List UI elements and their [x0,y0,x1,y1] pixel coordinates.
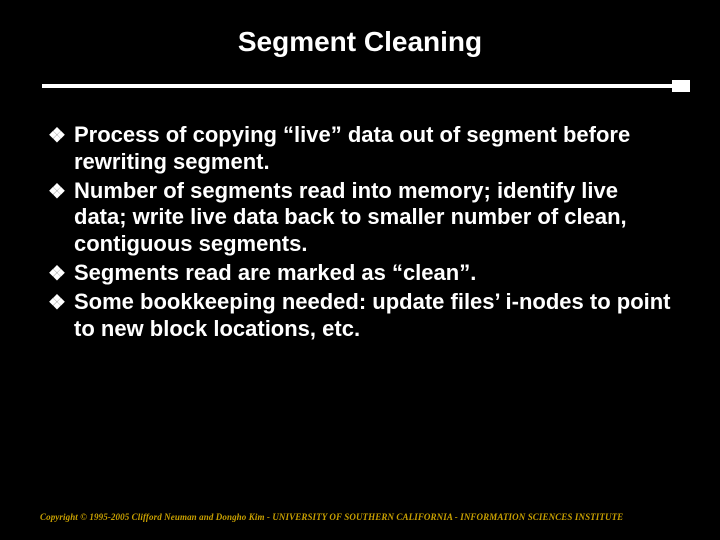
diamond-bullet-icon: ❖ [48,260,74,287]
diamond-bullet-icon: ❖ [48,122,74,149]
bullet-text: Number of segments read into memory; ide… [74,178,672,258]
list-item: ❖ Segments read are marked as “clean”. [48,260,672,287]
bullet-text: Segments read are marked as “clean”. [74,260,672,287]
list-item: ❖ Process of copying “live” data out of … [48,122,672,176]
diamond-bullet-icon: ❖ [48,178,74,205]
divider-endcap [672,80,690,92]
copyright-footer: Copyright © 1995-2005 Clifford Neuman an… [40,512,623,522]
bullet-text: Process of copying “live” data out of se… [74,122,672,176]
bullet-list: ❖ Process of copying “live” data out of … [48,122,672,343]
divider-line [42,84,678,88]
slide-container: Segment Cleaning ❖ Process of copying “l… [0,0,720,540]
bullet-text: Some bookkeeping needed: update files’ i… [74,289,672,343]
list-item: ❖ Some bookkeeping needed: update files’… [48,289,672,343]
title-divider [48,82,672,90]
diamond-bullet-icon: ❖ [48,289,74,316]
slide-title: Segment Cleaning [48,26,672,58]
list-item: ❖ Number of segments read into memory; i… [48,178,672,258]
